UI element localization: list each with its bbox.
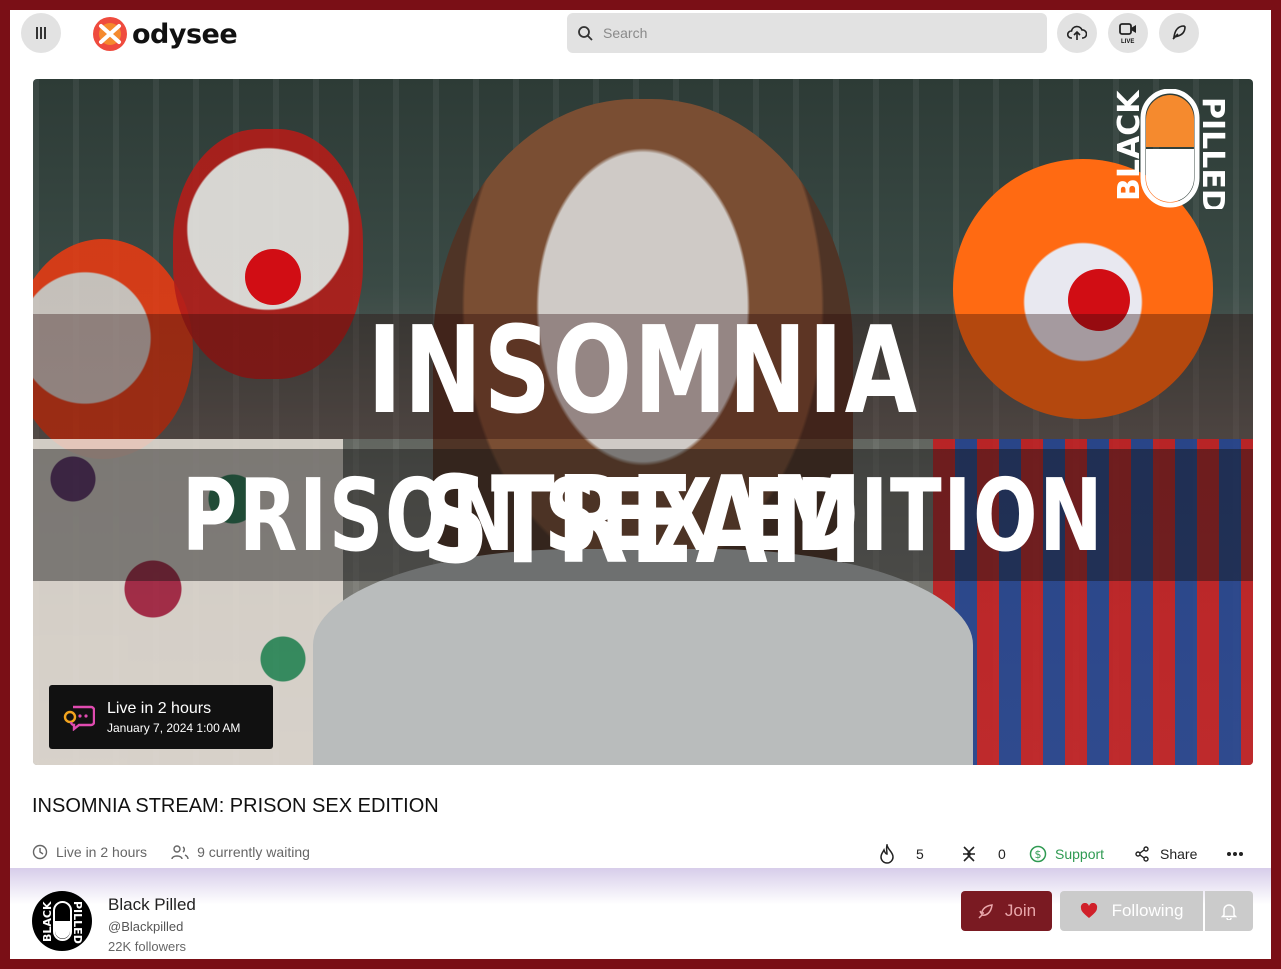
go-live-icon: [1119, 23, 1136, 35]
live-status-text: Live in 2 hours: [56, 844, 148, 860]
page-frame: odysee LIVE: [10, 10, 1271, 959]
rocket-icon: [978, 904, 993, 919]
live-label: LIVE: [1121, 39, 1135, 45]
heart-icon: [1080, 903, 1097, 918]
black-pilled-avatar-logo: BLACK PILLED: [41, 901, 84, 944]
channel-section: BLACK PILLED Black Pilled @Blackpilled 2…: [10, 868, 1271, 959]
upload-button[interactable]: [1057, 13, 1097, 53]
search-input[interactable]: [603, 25, 1023, 41]
svg-text:$: $: [1035, 848, 1042, 861]
publish-icon: [1172, 25, 1186, 40]
black-pilled-logo: BLACK PILLED: [1112, 89, 1230, 209]
svg-text:PILLED: PILLED: [1195, 97, 1230, 209]
live-badge-text: Live in 2 hours January 7, 2024 1:00 AM: [107, 700, 240, 735]
video-title: INSOMNIA STREAM: PRISON SEX EDITION: [32, 795, 439, 817]
slime-count: 0: [998, 846, 1006, 862]
share-button[interactable]: Share: [1134, 842, 1197, 866]
notification-bell-button[interactable]: [1205, 891, 1253, 931]
search-icon: [578, 26, 593, 41]
menu-button[interactable]: [21, 13, 61, 53]
following-button[interactable]: Following: [1060, 891, 1203, 931]
odysee-logo[interactable]: odysee: [92, 15, 238, 53]
go-live-button[interactable]: LIVE: [1108, 13, 1148, 53]
slime-reaction-button[interactable]: 0: [960, 842, 1006, 866]
live-chat-icon: [63, 705, 95, 731]
live-badge-status: Live in 2 hours: [107, 699, 212, 717]
fire-icon: [880, 844, 894, 864]
publish-button[interactable]: [1159, 13, 1199, 53]
support-dollar-icon: $: [1029, 845, 1047, 863]
upload-icon: [1067, 25, 1087, 40]
share-icon: [1135, 846, 1149, 862]
video-meta: Live in 2 hours 9 currently waiting: [32, 844, 310, 860]
top-header: odysee LIVE: [10, 10, 1271, 60]
thumbnail-title-line2: PRISON SEX EDITION: [181, 457, 1105, 574]
more-icon: [1227, 852, 1243, 856]
support-label: Support: [1055, 846, 1105, 862]
live-schedule-badge: Live in 2 hours January 7, 2024 1:00 AM: [49, 685, 273, 749]
live-badge-date: January 7, 2024 1:00 AM: [107, 720, 241, 735]
svg-text:BLACK: BLACK: [41, 901, 54, 942]
more-options-button[interactable]: [1226, 842, 1244, 866]
join-label: Join: [1004, 901, 1037, 920]
channel-handle: @Blackpilled: [108, 919, 184, 934]
odysee-logo-icon: [93, 17, 127, 51]
logo-text: odysee: [132, 18, 238, 50]
menu-icon: [36, 27, 46, 39]
slime-icon: [963, 846, 975, 862]
channel-name[interactable]: Black Pilled: [108, 895, 196, 915]
people-icon: [171, 845, 189, 860]
fire-count: 5: [916, 846, 924, 862]
share-label: Share: [1160, 846, 1198, 862]
following-label: Following: [1111, 901, 1184, 920]
bell-icon: [1221, 904, 1237, 920]
clock-icon: [32, 844, 48, 860]
channel-avatar[interactable]: BLACK PILLED: [32, 891, 92, 951]
join-button[interactable]: Join: [961, 891, 1052, 931]
waiting-count-text: 9 currently waiting: [197, 844, 310, 860]
search-bar[interactable]: [567, 13, 1047, 53]
svg-text:PILLED: PILLED: [71, 901, 84, 944]
support-button[interactable]: $ Support: [1029, 842, 1104, 866]
channel-followers: 22K followers: [108, 939, 187, 954]
video-thumbnail[interactable]: INSOMNIA STREAM PRISON SEX EDITION BLACK…: [33, 79, 1253, 765]
fire-reaction-button[interactable]: 5: [878, 842, 924, 866]
